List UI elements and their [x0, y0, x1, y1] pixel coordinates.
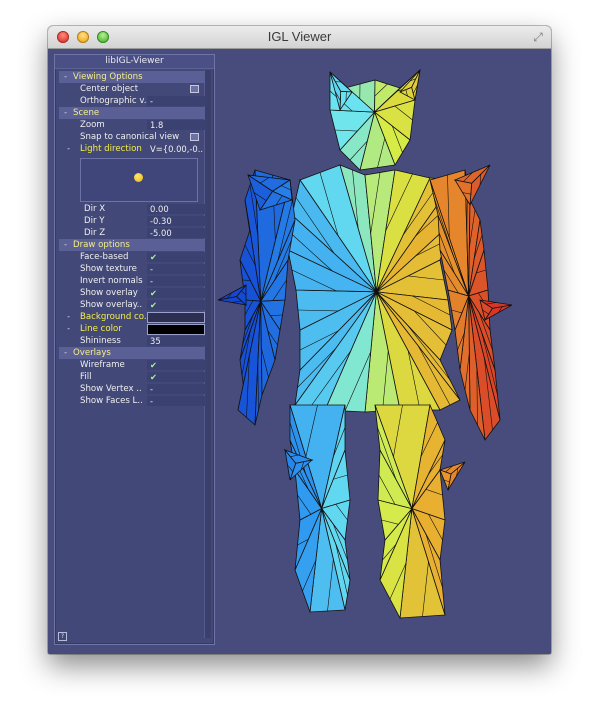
shininess-row[interactable]: Shininess 35 — [59, 335, 206, 347]
dir-y-row[interactable]: Dir Y -0.30 — [59, 215, 206, 227]
show-faces-checkbox[interactable]: - — [147, 396, 206, 406]
orthographic-row[interactable]: Orthographic v.. - — [59, 95, 206, 107]
light-direction-pad[interactable] — [80, 158, 198, 202]
group-viewing-options[interactable]: Viewing Options — [59, 71, 205, 83]
invert-normals-label: Invert normals — [80, 276, 143, 286]
group-overlays[interactable]: Overlays — [59, 347, 205, 359]
window-title: IGL Viewer — [267, 29, 332, 44]
face-based-row[interactable]: Face-based ✔ — [59, 251, 206, 263]
dir-z-value[interactable]: -5.00 — [147, 228, 206, 238]
group-scene[interactable]: Scene — [59, 107, 205, 119]
show-overlay-label: Show overlay — [80, 288, 138, 298]
fill-row[interactable]: Fill ✔ — [59, 371, 206, 383]
dir-z-label: Dir Z — [84, 228, 106, 238]
libigl-viewer-panel: libIGL-Viewer Viewing Options Center obj… — [54, 54, 215, 645]
light-direction-widget[interactable] — [59, 155, 205, 203]
center-object-row[interactable]: Center object — [59, 83, 205, 95]
show-texture-row[interactable]: Show texture - — [59, 263, 206, 275]
fullscreen-icon[interactable]: ⤢ — [531, 30, 545, 44]
background-color-label: Background co.. — [80, 312, 150, 322]
show-vertex-label: Show Vertex .. — [80, 384, 142, 394]
show-faces-label: Show Faces L.. — [80, 396, 143, 406]
light-direction-row[interactable]: - Light direction V={0.00,-0.. — [59, 143, 205, 155]
show-overlay-depth-checkbox[interactable]: ✔ — [147, 300, 206, 310]
snap-label: Snap to canonical view — [80, 132, 180, 142]
shininess-value[interactable]: 35 — [147, 336, 206, 346]
show-texture-checkbox[interactable]: - — [147, 264, 206, 274]
show-faces-row[interactable]: Show Faces L.. - — [59, 395, 206, 407]
invert-normals-row[interactable]: Invert normals - — [59, 275, 206, 287]
title-bar: IGL Viewer ⤢ — [48, 26, 551, 49]
background-expand-icon[interactable]: - — [67, 311, 70, 323]
igl-viewer-window: IGL Viewer ⤢ libIGL-Viewer Viewing Optio… — [48, 26, 551, 654]
orthographic-label: Orthographic v.. — [80, 96, 150, 106]
wireframe-checkbox[interactable]: ✔ — [147, 360, 206, 370]
dir-x-value[interactable]: 0.00 — [147, 204, 206, 214]
dir-x-label: Dir X — [84, 204, 106, 214]
panel-scrollbar[interactable] — [204, 70, 211, 638]
light-expand-icon[interactable]: - — [67, 143, 70, 155]
viewport[interactable]: libIGL-Viewer Viewing Options Center obj… — [48, 49, 551, 654]
group-draw-options[interactable]: Draw options — [59, 239, 205, 251]
dir-x-row[interactable]: Dir X 0.00 — [59, 203, 206, 215]
center-object-button[interactable] — [190, 85, 199, 93]
orthographic-value[interactable]: - — [147, 96, 206, 106]
background-color-row[interactable]: - Background co.. — [59, 311, 205, 323]
face-based-label: Face-based — [80, 252, 129, 262]
show-vertex-row[interactable]: Show Vertex .. - — [59, 383, 206, 395]
panel-title: libIGL-Viewer — [55, 55, 214, 69]
help-icon[interactable]: ? — [58, 632, 67, 641]
snap-button[interactable] — [190, 133, 199, 141]
light-direction-value: V={0.00,-0.. — [150, 144, 204, 154]
show-texture-label: Show texture — [80, 264, 137, 274]
show-vertex-checkbox[interactable]: - — [147, 384, 206, 394]
show-overlay-checkbox[interactable]: ✔ — [147, 288, 206, 298]
zoom-row[interactable]: Zoom 1.8 — [59, 119, 206, 131]
line-color-row[interactable]: - Line color — [59, 323, 205, 335]
background-color-swatch[interactable] — [147, 312, 205, 323]
light-direction-label: Light direction — [80, 144, 142, 154]
snap-row[interactable]: Snap to canonical view — [59, 131, 205, 143]
face-based-checkbox[interactable]: ✔ — [147, 252, 206, 262]
light-direction-handle-icon[interactable] — [134, 173, 143, 182]
dir-z-row[interactable]: Dir Z -5.00 — [59, 227, 206, 239]
show-overlay-depth-row[interactable]: Show overlay.. ✔ — [59, 299, 206, 311]
shininess-label: Shininess — [80, 336, 121, 346]
fill-label: Fill — [80, 372, 92, 382]
fill-checkbox[interactable]: ✔ — [147, 372, 206, 382]
wireframe-row[interactable]: Wireframe ✔ — [59, 359, 206, 371]
dir-y-label: Dir Y — [84, 216, 105, 226]
show-overlay-row[interactable]: Show overlay ✔ — [59, 287, 206, 299]
wireframe-label: Wireframe — [80, 360, 125, 370]
dir-y-value[interactable]: -0.30 — [147, 216, 206, 226]
invert-normals-checkbox[interactable]: - — [147, 276, 206, 286]
line-color-expand-icon[interactable]: - — [67, 323, 70, 335]
line-color-swatch[interactable] — [147, 324, 205, 335]
show-overlay-depth-label: Show overlay.. — [80, 300, 143, 310]
zoom-label: Zoom — [80, 120, 105, 130]
line-color-label: Line color — [80, 324, 122, 334]
zoom-value[interactable]: 1.8 — [147, 120, 206, 130]
center-object-label: Center object — [80, 84, 139, 94]
